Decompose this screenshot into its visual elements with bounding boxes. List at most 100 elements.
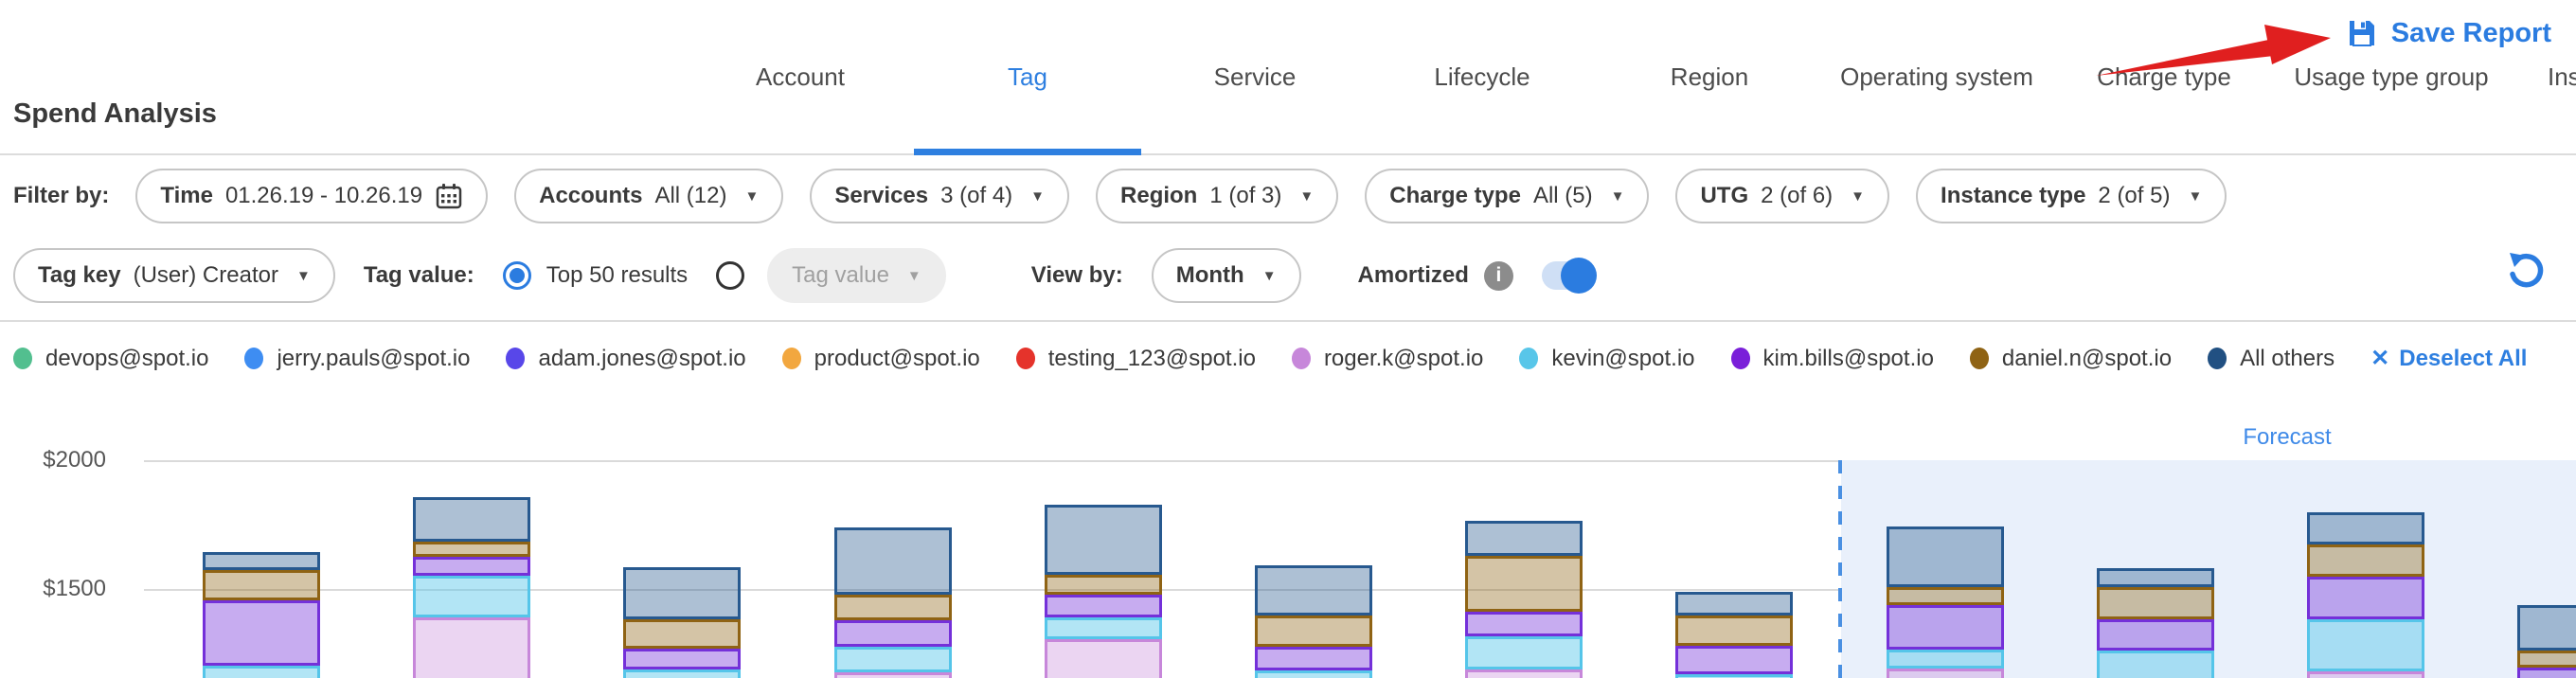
legend-item-testing-123-spot-io[interactable]: testing_123@spot.io <box>1016 346 1256 372</box>
bar-6-segment-kevin-spot-io[interactable] <box>1255 670 1372 678</box>
tab-service[interactable]: Service <box>1141 0 1368 153</box>
legend-item-daniel-n-spot-io[interactable]: daniel.n@spot.io <box>1970 346 2172 372</box>
bar-11-segment-kevin-spot-io[interactable] <box>2307 619 2424 671</box>
bar-4-segment-kim-bills-spot-io[interactable] <box>834 620 952 647</box>
time-filter-pill[interactable]: Time 01.26.19 - 10.26.19 <box>135 169 488 223</box>
legend-item-all-others[interactable]: All others <box>2208 346 2334 372</box>
bar-12-segment-all-others[interactable] <box>2517 605 2576 651</box>
bar-6-segment-all-others[interactable] <box>1255 565 1372 616</box>
tag-value-dropdown-label: Tag value <box>792 262 889 289</box>
bar-1-segment-kevin-spot-io[interactable] <box>203 666 320 678</box>
legend-label: testing_123@spot.io <box>1048 346 1256 372</box>
tab-region[interactable]: Region <box>1596 0 1823 153</box>
region-filter-pill[interactable]: Region 1 (of 3) ▼ <box>1096 169 1338 223</box>
info-icon[interactable]: i <box>1484 261 1513 291</box>
bar-9-segment-kim-bills-spot-io[interactable] <box>1887 605 2004 650</box>
legend-item-devops-spot-io[interactable]: devops@spot.io <box>13 346 208 372</box>
bar-2-segment-daniel-n-spot-io[interactable] <box>413 542 530 557</box>
legend-item-roger-k-spot-io[interactable]: roger.k@spot.io <box>1292 346 1483 372</box>
bar-2-segment-kevin-spot-io[interactable] <box>413 576 530 617</box>
bar-3-segment-all-others[interactable] <box>623 567 741 619</box>
amortized-toggle[interactable] <box>1542 261 1595 290</box>
bar-11-segment-kim-bills-spot-io[interactable] <box>2307 577 2424 619</box>
legend-label: product@spot.io <box>814 346 980 372</box>
bar-4-segment-daniel-n-spot-io[interactable] <box>834 595 952 620</box>
bar-2-segment-roger-k-spot-io[interactable] <box>413 617 530 678</box>
tab-account[interactable]: Account <box>687 0 914 153</box>
bar-9-segment-all-others[interactable] <box>1887 526 2004 587</box>
bar-4-segment-roger-k-spot-io[interactable] <box>834 672 952 678</box>
accounts-filter-pill[interactable]: Accounts All (12) ▼ <box>514 169 783 223</box>
bar-9-segment-daniel-n-spot-io[interactable] <box>1887 587 2004 605</box>
bar-11-segment-all-others[interactable] <box>2307 512 2424 544</box>
bar-3-segment-daniel-n-spot-io[interactable] <box>623 619 741 649</box>
charge-type-filter-pill[interactable]: Charge type All (5) ▼ <box>1365 169 1649 223</box>
bar-11-segment-roger-k-spot-io[interactable] <box>2307 671 2424 678</box>
legend-label: devops@spot.io <box>45 346 208 372</box>
utg-filter-pill[interactable]: UTG 2 (of 6) ▼ <box>1675 169 1889 223</box>
legend-item-product-spot-io[interactable]: product@spot.io <box>782 346 980 372</box>
tag-key-pill[interactable]: Tag key (User) Creator ▼ <box>13 248 335 303</box>
bar-7-segment-daniel-n-spot-io[interactable] <box>1465 556 1583 612</box>
legend-item-jerry-pauls-spot-io[interactable]: jerry.pauls@spot.io <box>244 346 470 372</box>
tab-lifecycle[interactable]: Lifecycle <box>1368 0 1596 153</box>
legend-label: adam.jones@spot.io <box>538 346 745 372</box>
bar-5-segment-roger-k-spot-io[interactable] <box>1045 639 1162 678</box>
bar-1-segment-kim-bills-spot-io[interactable] <box>203 600 320 666</box>
legend-dot <box>244 348 263 369</box>
tab-tag[interactable]: Tag <box>914 0 1141 153</box>
bar-5-segment-kim-bills-spot-io[interactable] <box>1045 595 1162 617</box>
bar-7-segment-kim-bills-spot-io[interactable] <box>1465 612 1583 636</box>
chevron-down-icon: ▼ <box>1611 188 1625 205</box>
deselect-all-button[interactable]: ✕Deselect All <box>2370 345 2527 372</box>
bar-8-segment-kim-bills-spot-io[interactable] <box>1675 646 1793 674</box>
services-filter-pill[interactable]: Services 3 (of 4) ▼ <box>810 169 1069 223</box>
chevron-down-icon: ▼ <box>1851 188 1865 205</box>
instance-type-filter-pill[interactable]: Instance type 2 (of 5) ▼ <box>1916 169 2227 223</box>
legend-item-kevin-spot-io[interactable]: kevin@spot.io <box>1519 346 1694 372</box>
bar-10-segment-kim-bills-spot-io[interactable] <box>2097 619 2214 651</box>
bar-2-segment-all-others[interactable] <box>413 497 530 542</box>
bar-3-segment-kevin-spot-io[interactable] <box>623 669 741 678</box>
tab-charge-type[interactable]: Charge type <box>2050 0 2278 153</box>
bar-4-segment-kevin-spot-io[interactable] <box>834 647 952 672</box>
tab-label: Region <box>1671 62 1748 92</box>
reset-button[interactable] <box>2504 248 2548 292</box>
bar-11-segment-daniel-n-spot-io[interactable] <box>2307 544 2424 577</box>
deselect-all-label: Deselect All <box>2399 346 2527 372</box>
save-report-button[interactable]: Save Report <box>2346 17 2551 49</box>
bar-5-segment-all-others[interactable] <box>1045 505 1162 575</box>
legend-item-kim-bills-spot-io[interactable]: kim.bills@spot.io <box>1731 346 1934 372</box>
bar-9-segment-roger-k-spot-io[interactable] <box>1887 669 2004 678</box>
legend-item-adam-jones-spot-io[interactable]: adam.jones@spot.io <box>506 346 745 372</box>
tab-operating-system[interactable]: Operating system <box>1823 0 2050 153</box>
section-divider <box>0 320 2576 322</box>
view-by-dropdown[interactable]: Month ▼ <box>1152 248 1301 303</box>
bar-10-segment-kevin-spot-io[interactable] <box>2097 651 2214 678</box>
bar-12-segment-kim-bills-spot-io[interactable] <box>2517 668 2576 678</box>
tag-value-radio[interactable] <box>716 261 744 290</box>
bar-4-segment-all-others[interactable] <box>834 527 952 595</box>
bar-7-segment-all-others[interactable] <box>1465 521 1583 556</box>
bar-1-segment-daniel-n-spot-io[interactable] <box>203 570 320 600</box>
bar-6-segment-kim-bills-spot-io[interactable] <box>1255 647 1372 670</box>
bar-5-segment-daniel-n-spot-io[interactable] <box>1045 575 1162 595</box>
bar-9-segment-kevin-spot-io[interactable] <box>1887 650 2004 669</box>
bar-8-segment-kevin-spot-io[interactable] <box>1675 674 1793 678</box>
active-tab-underline <box>914 149 1141 155</box>
bar-2-segment-kim-bills-spot-io[interactable] <box>413 557 530 576</box>
bar-3-segment-kim-bills-spot-io[interactable] <box>623 649 741 669</box>
bar-10-segment-daniel-n-spot-io[interactable] <box>2097 587 2214 619</box>
tag-value-dropdown[interactable]: Tag value ▼ <box>767 248 946 303</box>
header: Spend Analysis AccountTagServiceLifecycl… <box>0 0 2576 155</box>
bar-12-segment-daniel-n-spot-io[interactable] <box>2517 651 2576 668</box>
bar-8-segment-all-others[interactable] <box>1675 592 1793 616</box>
bar-5-segment-kevin-spot-io[interactable] <box>1045 617 1162 639</box>
bar-7-segment-roger-k-spot-io[interactable] <box>1465 669 1583 678</box>
bar-8-segment-daniel-n-spot-io[interactable] <box>1675 616 1793 646</box>
top-50-results-radio[interactable] <box>503 261 531 290</box>
bar-6-segment-daniel-n-spot-io[interactable] <box>1255 616 1372 647</box>
bar-1-segment-all-others[interactable] <box>203 552 320 570</box>
bar-7-segment-kevin-spot-io[interactable] <box>1465 636 1583 669</box>
bar-10-segment-all-others[interactable] <box>2097 568 2214 587</box>
